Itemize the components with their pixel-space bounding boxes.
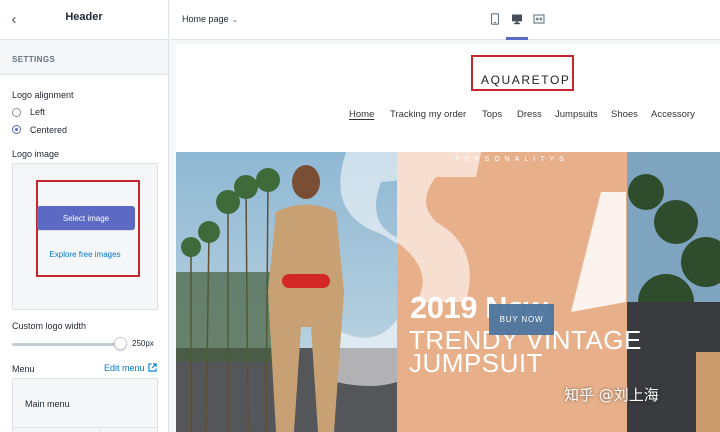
theme-editor-sidebar: ‹ Header SETTINGS Logo alignment Left Ce… [0, 0, 169, 432]
radio-left[interactable] [12, 108, 21, 117]
logo-width-label: Custom logo width [12, 321, 87, 331]
desktop-icon[interactable] [510, 12, 524, 26]
mobile-icon[interactable] [488, 12, 502, 26]
chevron-down-icon: ⌄ [231, 15, 239, 24]
menu-select[interactable]: Main menu [12, 378, 158, 432]
external-link-icon[interactable] [148, 363, 157, 372]
menu-label: Menu [12, 364, 35, 374]
divider [13, 427, 157, 428]
watermark-text: 知乎 @刘上海 [564, 386, 659, 404]
divider [99, 427, 100, 432]
nav-item-tops[interactable]: Tops [482, 109, 502, 120]
logo-width-slider-thumb[interactable] [114, 337, 127, 350]
radio-left-label[interactable]: Left [30, 107, 45, 117]
highlight-annotation [471, 55, 574, 91]
radio-centered[interactable] [12, 125, 21, 134]
nav-item-dress[interactable]: Dress [517, 109, 542, 120]
select-image-button[interactable]: Select image [37, 206, 135, 230]
nav-item-tracking[interactable]: Tracking my order [390, 109, 466, 120]
buy-now-button[interactable]: BUY NOW [489, 304, 554, 335]
logo-width-value: 250px [132, 339, 154, 348]
nav-item-home[interactable]: Home [349, 109, 374, 120]
sidebar-title: Header [65, 11, 103, 23]
sidebar-header: ‹ Header [0, 0, 168, 40]
page-selector-label: Home page [182, 14, 229, 24]
explore-free-images-link[interactable]: Explore free images [37, 250, 133, 259]
logo-alignment-label: Logo alignment [12, 90, 74, 100]
page-selector[interactable]: Home page ⌄ [182, 14, 238, 24]
active-device-indicator [506, 37, 528, 40]
hero-slideshow[interactable]: PERSONALITYS 2019 New TRENDY VINTAGE JUM… [176, 152, 720, 432]
radio-centered-label[interactable]: Centered [30, 125, 67, 135]
logo-image-label: Logo image [12, 149, 60, 159]
fullscreen-icon[interactable] [532, 12, 546, 26]
nav-item-jumpsuits[interactable]: Jumpsuits [555, 109, 598, 120]
hero-headline-line2: JUMPSUIT [409, 348, 543, 378]
nav-item-shoes[interactable]: Shoes [611, 109, 638, 120]
editor-topbar: Home page ⌄ [170, 0, 720, 40]
nav-item-accessory[interactable]: Accessory [651, 109, 695, 120]
menu-select-value: Main menu [25, 399, 70, 409]
settings-section-label: SETTINGS [12, 55, 56, 64]
hero-top-banner: PERSONALITYS [455, 156, 569, 163]
logo-width-slider-track[interactable] [12, 343, 121, 346]
edit-menu-link[interactable]: Edit menu [104, 363, 145, 373]
store-preview: AQUARETOP Home Tracking my order Tops Dr… [176, 44, 720, 432]
